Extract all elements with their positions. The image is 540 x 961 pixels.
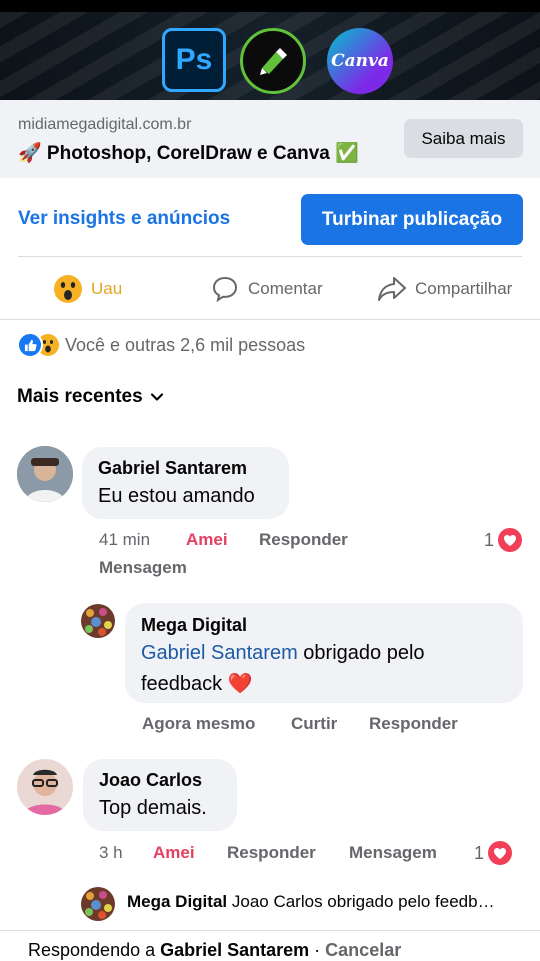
comment-reaction-count[interactable]: 1 (484, 527, 524, 553)
link-title: 🚀 Photoshop, CorelDraw e Canva ✅ (18, 143, 359, 164)
avatar[interactable] (81, 604, 115, 638)
share-icon (377, 274, 407, 304)
boost-post-button[interactable]: Turbinar publicação (301, 194, 523, 245)
comment-time: 41 min (99, 530, 151, 549)
heart-icon (487, 840, 514, 866)
comment-reaction-count[interactable]: 1 (474, 840, 514, 866)
reaction-amei-button[interactable]: Amei (186, 530, 228, 550)
comment-text: Top demais. (99, 797, 207, 819)
share-button[interactable]: Compartilhar (377, 272, 512, 306)
comment-icon (210, 274, 240, 304)
comment-bubble[interactable]: Gabriel Santarem Eu estou amando (82, 447, 289, 519)
comment-bubble[interactable]: Joao Carlos Top demais. (83, 759, 237, 831)
view-insights-link[interactable]: Ver insights e anúncios (18, 208, 230, 230)
reaction-count: 1 (474, 842, 485, 863)
avatar[interactable] (17, 446, 73, 502)
link-domain: midiamegadigital.com.br (18, 116, 192, 133)
share-label: Compartilhar (415, 279, 513, 298)
collapsed-reply-preview[interactable]: Mega Digital Joao Carlos obrigado pelo f… (127, 892, 527, 912)
comment-text: Eu estou amando (98, 485, 255, 507)
reactions-summary[interactable]: Você e outras 2,6 mil pessoas (17, 332, 305, 358)
reply-author[interactable]: Mega Digital (141, 615, 247, 636)
reply-button[interactable]: Responder (369, 714, 458, 734)
replying-target: Gabriel Santarem (160, 940, 310, 960)
comment-time: 3 h (99, 843, 123, 862)
comment-author[interactable]: Joao Carlos (99, 770, 202, 791)
reply-button[interactable]: Responder (227, 843, 316, 863)
replying-to-status: Respondendo a Gabriel Santarem · Cancela… (28, 940, 401, 961)
reply-text-line-2: feedback ❤️ (141, 673, 253, 695)
reply-bubble[interactable]: Mega Digital Gabriel Santarem obrigado p… (125, 603, 523, 703)
replying-prefix: Respondendo a (28, 940, 161, 960)
message-button[interactable]: Mensagem (349, 843, 437, 863)
heart-icon (497, 527, 524, 553)
message-button[interactable]: Mensagem (99, 558, 187, 578)
reply-author: Mega Digital (127, 892, 228, 911)
avatar[interactable] (17, 759, 73, 815)
reaction-label: Uau (91, 279, 123, 298)
separator: · (309, 940, 326, 960)
avatar[interactable] (81, 887, 115, 921)
coreldraw-logo-icon (240, 28, 306, 94)
like-icon (17, 332, 43, 358)
comment-button[interactable]: Comentar (210, 272, 323, 306)
reactions-text: Você e outras 2,6 mil pessoas (65, 334, 306, 355)
reaction-count: 1 (484, 529, 495, 550)
wow-emoji-icon (53, 274, 83, 304)
divider (18, 256, 522, 257)
sort-label: Mais recentes (17, 386, 143, 407)
learn-more-button[interactable]: Saiba mais (404, 119, 523, 158)
reply-button[interactable]: Responder (259, 530, 348, 550)
reaction-button[interactable]: Uau (53, 272, 122, 306)
reply-preview-text: Joao Carlos obrigado pelo feedb… (231, 892, 495, 911)
status-strip (0, 0, 540, 12)
sort-dropdown[interactable]: Mais recentes (17, 386, 165, 408)
chevron-down-icon (149, 389, 165, 405)
canva-logo-icon: Canva (327, 28, 393, 94)
reply-text: obrigado pelo (297, 642, 425, 664)
mention-link[interactable]: Gabriel Santarem (141, 642, 298, 664)
cancel-reply-button[interactable]: Cancelar (325, 940, 401, 960)
comment-author[interactable]: Gabriel Santarem (98, 458, 247, 479)
reply-time: Agora mesmo (142, 714, 256, 733)
reply-text-line-1: Gabriel Santarem obrigado pelo (141, 642, 425, 665)
like-button[interactable]: Curtir (291, 714, 337, 734)
photoshop-logo-icon: Ps (162, 28, 226, 92)
reaction-amei-button[interactable]: Amei (153, 843, 195, 863)
divider (0, 319, 540, 320)
comment-label: Comentar (248, 279, 323, 298)
